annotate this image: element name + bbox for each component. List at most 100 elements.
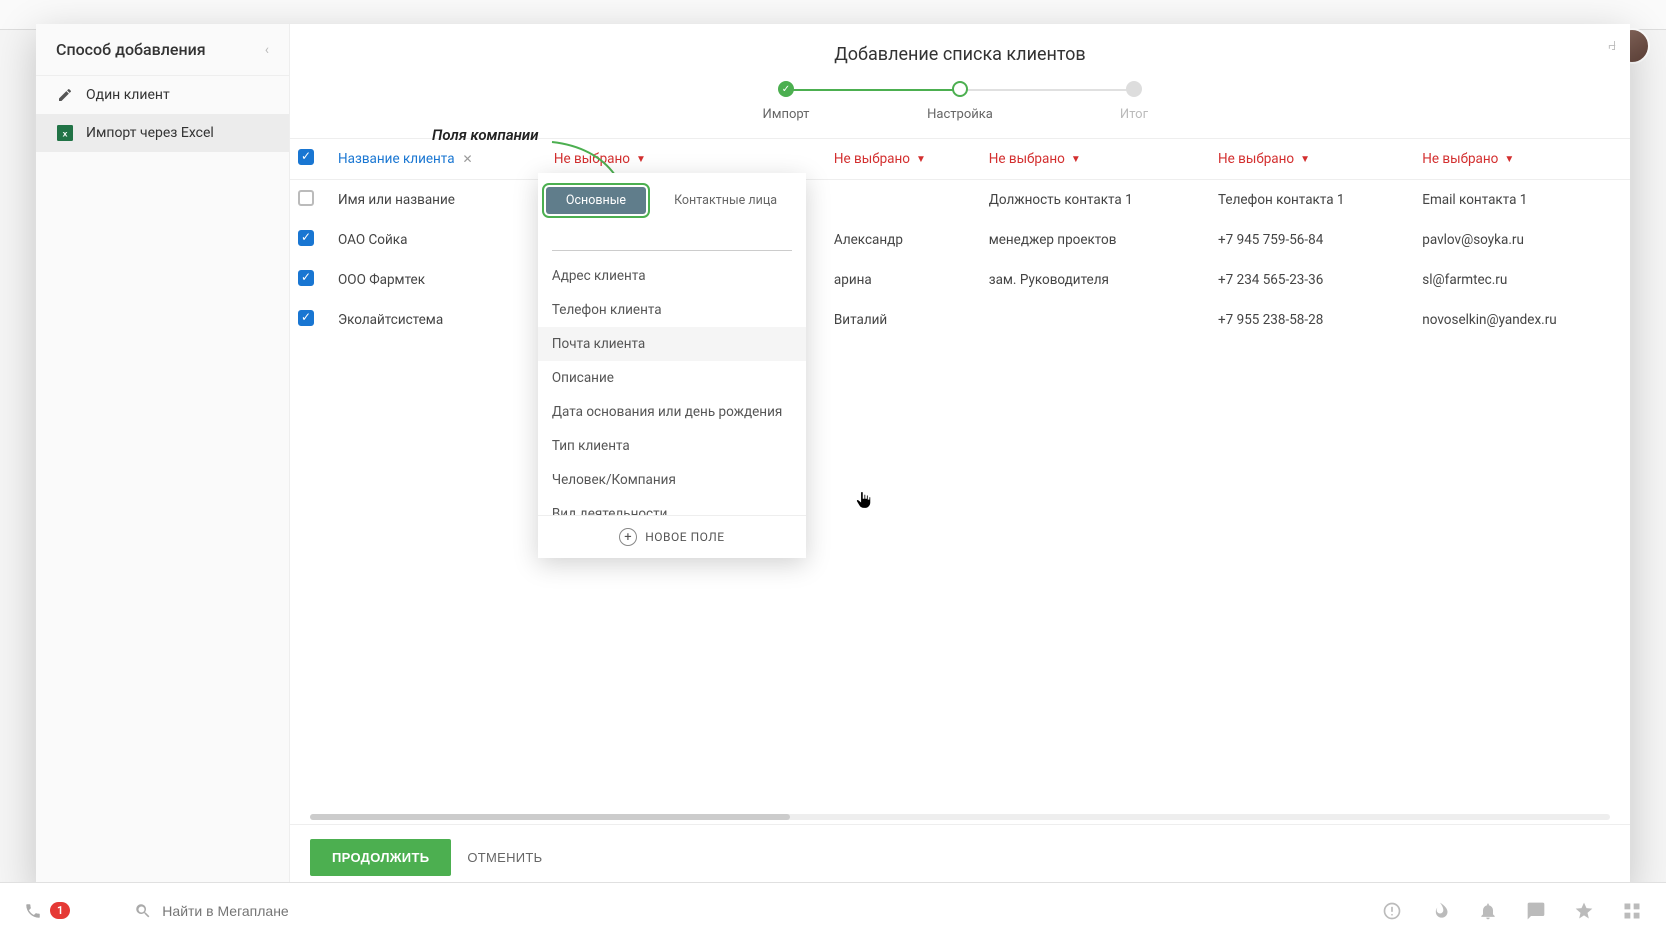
cursor-icon bbox=[854, 489, 874, 516]
circle-icon bbox=[1126, 81, 1142, 97]
notification-badge: 1 bbox=[50, 902, 70, 919]
search-icon bbox=[134, 902, 152, 920]
horizontal-scrollbar[interactable] bbox=[310, 814, 1610, 820]
popup-item[interactable]: Тип клиента bbox=[538, 429, 806, 463]
checkbox[interactable] bbox=[298, 230, 314, 246]
sidebar: Способ добавления ‹ Один клиент x Импорт… bbox=[36, 24, 290, 890]
chevron-left-icon[interactable]: ‹ bbox=[265, 42, 269, 58]
step-result: Итог bbox=[1047, 81, 1221, 122]
cell: pavlov@soyka.ru bbox=[1414, 220, 1630, 260]
popup-item[interactable]: Дата основания или день рождения bbox=[538, 395, 806, 429]
cell: +7 945 759-56-84 bbox=[1210, 220, 1414, 260]
popup-item[interactable]: Описание bbox=[538, 361, 806, 395]
svg-text:x: x bbox=[63, 128, 68, 138]
stepper: ✓ Импорт Настройка Итог bbox=[290, 77, 1630, 132]
step-label: Импорт bbox=[763, 107, 810, 122]
cell: ОАО Сойка bbox=[330, 220, 546, 260]
popup-item[interactable]: Телефон клиента bbox=[538, 293, 806, 327]
cell: Email контакта 1 bbox=[1414, 180, 1630, 221]
cell: Телефон контакта 1 bbox=[1210, 180, 1414, 221]
grid-icon[interactable] bbox=[1622, 901, 1642, 921]
step-import: ✓ Импорт bbox=[699, 81, 873, 122]
sidebar-item-label: Импорт через Excel bbox=[86, 125, 214, 141]
checkbox[interactable] bbox=[298, 310, 314, 326]
check-icon: ✓ bbox=[778, 81, 794, 97]
column-header-unmapped[interactable]: Не выбрано▼ bbox=[1210, 139, 1414, 180]
chevron-down-icon: ▼ bbox=[1071, 154, 1081, 165]
alert-icon[interactable] bbox=[1382, 901, 1402, 921]
phone-icon bbox=[24, 902, 42, 920]
column-header-unmapped[interactable]: Не выбрано▼ bbox=[1414, 139, 1630, 180]
table-row: Эколайтсистема Виталий +7 955 238-58-28 … bbox=[290, 300, 1630, 340]
popup-item[interactable]: Адрес клиента bbox=[538, 259, 806, 293]
sidebar-item-single-client[interactable]: Один клиент bbox=[36, 76, 289, 114]
global-search[interactable] bbox=[134, 902, 462, 920]
cell: Имя или название bbox=[330, 180, 546, 221]
popup-item[interactable]: Вид деятельности bbox=[538, 497, 806, 515]
bottom-right-icons bbox=[1382, 901, 1642, 921]
chevron-down-icon: ▼ bbox=[916, 154, 926, 165]
chevron-down-icon: ▼ bbox=[1504, 154, 1514, 165]
bottom-bar: 1 bbox=[0, 882, 1666, 938]
table-header-row: Название клиента✕ Не выбрано▼ Основные К… bbox=[290, 139, 1630, 180]
cell: Эколайтсистема bbox=[330, 300, 546, 340]
checkbox[interactable] bbox=[298, 190, 314, 206]
cell: Виталий bbox=[826, 300, 981, 340]
popup-list: Адрес клиента Телефон клиента Почта клие… bbox=[538, 255, 806, 515]
popup-item[interactable]: Почта клиента bbox=[538, 327, 806, 361]
continue-button[interactable]: ПРОДОЛЖИТЬ bbox=[310, 839, 451, 876]
column-header-unmapped[interactable]: Не выбрано▼ bbox=[826, 139, 981, 180]
table-row: ООО Фармтек арина зам. Руководителя +7 2… bbox=[290, 260, 1630, 300]
popup-tab-main[interactable]: Основные bbox=[546, 187, 646, 214]
cell bbox=[981, 300, 1210, 340]
cell: Александр bbox=[826, 220, 981, 260]
bell-icon[interactable] bbox=[1478, 901, 1498, 921]
pencil-icon bbox=[56, 86, 74, 104]
chevron-down-icon: ▼ bbox=[1300, 154, 1310, 165]
mapping-table: Название клиента✕ Не выбрано▼ Основные К… bbox=[290, 138, 1630, 814]
step-setup: Настройка bbox=[873, 81, 1047, 122]
checkbox[interactable] bbox=[298, 270, 314, 286]
cell: +7 955 238-58-28 bbox=[1210, 300, 1414, 340]
table-row: Имя или название Должность контакта 1 Те… bbox=[290, 180, 1630, 221]
checkbox-all[interactable] bbox=[298, 149, 314, 165]
popup-search bbox=[552, 226, 792, 251]
popup-item[interactable]: Человек/Компания bbox=[538, 463, 806, 497]
chat-icon[interactable] bbox=[1526, 901, 1546, 921]
sidebar-header: Способ добавления ‹ bbox=[36, 24, 289, 76]
column-header-mapped[interactable]: Название клиента✕ bbox=[330, 139, 546, 180]
modal-main: ⌐ ˩ Добавление списка клиентов ✓ Импорт … bbox=[290, 24, 1630, 890]
star-icon[interactable] bbox=[1574, 901, 1594, 921]
excel-icon: x bbox=[56, 124, 74, 142]
step-label: Настройка bbox=[927, 107, 993, 122]
chevron-down-icon: ▼ bbox=[636, 154, 646, 165]
collapse-icon[interactable]: ⌐ ˩ bbox=[1608, 38, 1612, 54]
sidebar-item-excel-import[interactable]: x Импорт через Excel bbox=[36, 114, 289, 152]
scrollbar-thumb[interactable] bbox=[310, 814, 790, 820]
cell: +7 234 565-23-36 bbox=[1210, 260, 1414, 300]
cell: ООО Фармтек bbox=[330, 260, 546, 300]
circle-icon bbox=[952, 81, 968, 97]
modal-title: Добавление списка клиентов bbox=[290, 24, 1630, 77]
cell: sl@farmtec.ru bbox=[1414, 260, 1630, 300]
fire-icon[interactable] bbox=[1430, 901, 1450, 921]
field-mapping-dropdown: Основные Контактные лица Адрес клиента Т… bbox=[538, 173, 806, 558]
cell: Должность контакта 1 bbox=[981, 180, 1210, 221]
plus-icon: + bbox=[619, 528, 637, 546]
clear-icon[interactable]: ✕ bbox=[463, 152, 473, 166]
phone-indicator[interactable]: 1 bbox=[24, 902, 70, 920]
cell: менеджер проектов bbox=[981, 220, 1210, 260]
popup-tab-contacts[interactable]: Контактные лица bbox=[654, 187, 797, 214]
popup-search-input[interactable] bbox=[552, 230, 792, 245]
sidebar-title: Способ добавления bbox=[56, 40, 206, 59]
cell: зам. Руководителя bbox=[981, 260, 1210, 300]
column-header-unmapped[interactable]: Не выбрано▼ bbox=[981, 139, 1210, 180]
popup-new-field[interactable]: + НОВОЕ ПОЛЕ bbox=[538, 515, 806, 558]
annotation-label: Поля компании bbox=[432, 126, 538, 144]
cell: novoselkin@yandex.ru bbox=[1414, 300, 1630, 340]
table-row: ОАО Сойка Александр менеджер проектов +7… bbox=[290, 220, 1630, 260]
search-input[interactable] bbox=[162, 903, 462, 919]
modal-footer: ПРОДОЛЖИТЬ ОТМЕНИТЬ bbox=[290, 824, 1630, 890]
cancel-button[interactable]: ОТМЕНИТЬ bbox=[467, 850, 542, 865]
column-header-unmapped[interactable]: Не выбрано▼ Основные Контактные лица bbox=[546, 139, 826, 180]
